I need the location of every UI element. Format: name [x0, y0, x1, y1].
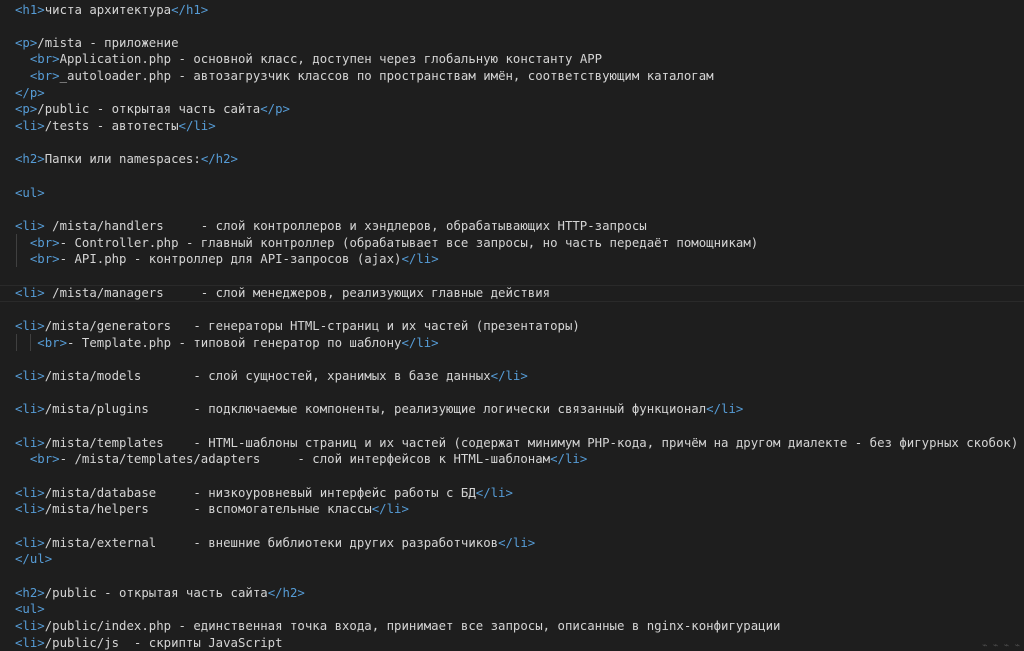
- html-tag-token: <li>: [15, 535, 45, 550]
- code-line[interactable]: <li>/mista/models - слой сущностей, хран…: [15, 368, 528, 385]
- html-tag-token: <ul>: [15, 185, 45, 200]
- text-token: /mista/generators - генераторы HTML-стра…: [44, 319, 580, 334]
- html-tag-token: </ul>: [15, 552, 53, 567]
- text-token: /mista/models - слой сущностей, хранимых…: [44, 369, 491, 384]
- text-token: /mista/database - низкоуровневый интерфе…: [44, 485, 476, 500]
- code-line[interactable]: <li>/tests - автотесты</li>: [15, 118, 216, 135]
- html-tag-token: <br>: [29, 69, 60, 84]
- html-tag-token: </li>: [371, 502, 409, 517]
- html-tag-token: </li>: [178, 119, 216, 134]
- code-line[interactable]: <br>- Controller.php - главный контролле…: [15, 235, 758, 252]
- code-editor[interactable]: <h1>чиста архитектура</h1> <p>/mista - пр…: [0, 0, 1024, 651]
- code-line[interactable]: <li>/mista/plugins - подключаемые компон…: [15, 401, 743, 418]
- html-tag-token: <br>: [29, 252, 60, 267]
- text-token: Application.php - основной класс, доступ…: [59, 52, 603, 67]
- text-token: - Controller.php - главный контроллер (о…: [59, 235, 759, 250]
- html-tag-token: </h2>: [267, 585, 305, 600]
- html-tag-token: <br>: [37, 335, 68, 350]
- html-tag-token: <li>: [15, 219, 45, 234]
- text-token: /mista/helpers - вспомогательные классы: [44, 502, 372, 517]
- code-line[interactable]: <li>/mista/templates - HTML-шаблоны стра…: [15, 435, 1018, 452]
- html-tag-token: <li>: [15, 119, 45, 134]
- text-token: /mista/managers - слой менеджеров, реали…: [44, 285, 551, 300]
- html-tag-token: </li>: [490, 369, 528, 384]
- html-tag-token: <br>: [29, 52, 60, 67]
- html-tag-token: </li>: [475, 485, 513, 500]
- text-token: Папки или namespaces:: [44, 152, 201, 167]
- code-line[interactable]: <p>/mista - приложение: [15, 35, 179, 52]
- text-token: /tests - автотесты: [44, 119, 179, 134]
- code-line[interactable]: <ul>: [15, 601, 45, 618]
- code-line[interactable]: <li>/mista/external - внешние библиотеки…: [15, 535, 535, 552]
- html-tag-token: <p>: [15, 35, 38, 50]
- code-line[interactable]: <br>- /mista/templates/adapters - слой и…: [15, 451, 587, 468]
- html-tag-token: <h2>: [15, 152, 45, 167]
- text-token: /public/index.php - единственная точка в…: [44, 618, 781, 633]
- code-line[interactable]: <br>- Template.php - типовой генератор п…: [15, 335, 439, 352]
- text-token: - Template.php - типовой генератор по ша…: [67, 335, 402, 350]
- html-tag-token: <br>: [29, 235, 60, 250]
- html-tag-token: <br>: [29, 452, 60, 467]
- html-tag-token: <li>: [15, 618, 45, 633]
- code-line[interactable]: <p>/public - открытая часть сайта</p>: [15, 101, 290, 118]
- text-token: /public - открытая часть сайта: [44, 585, 268, 600]
- code-line[interactable]: </p>: [15, 85, 45, 102]
- code-line[interactable]: <li> /mista/managers - слой менеджеров, …: [15, 285, 550, 302]
- html-tag-token: <h1>: [15, 2, 45, 17]
- code-line[interactable]: <li> /mista/handlers - слой контроллеров…: [15, 218, 647, 235]
- html-tag-token: <li>: [15, 635, 45, 650]
- html-tag-token: <li>: [15, 402, 45, 417]
- html-tag-token: <li>: [15, 285, 45, 300]
- html-tag-token: <li>: [15, 502, 45, 517]
- code-line[interactable]: <li>/public/js - скрипты JavaScript: [15, 635, 283, 651]
- html-tag-token: <li>: [15, 369, 45, 384]
- html-tag-token: </li>: [498, 535, 536, 550]
- text-token: /public/js - скрипты JavaScript: [44, 635, 283, 650]
- html-tag-token: <li>: [15, 435, 45, 450]
- html-tag-token: </p>: [260, 102, 290, 117]
- html-tag-token: </li>: [706, 402, 744, 417]
- text-token: /mista/templates - HTML-шаблоны страниц …: [44, 435, 1019, 450]
- text-token: _autoloader.php - автозагрузчик классов …: [59, 69, 714, 84]
- html-tag-token: <h2>: [15, 585, 45, 600]
- html-tag-token: </li>: [401, 335, 439, 350]
- text-token: /public - открытая часть сайта: [37, 102, 261, 117]
- text-token: - API.php - контроллер для API-запросов …: [59, 252, 402, 267]
- code-line[interactable]: <h1>чиста архитектура</h1>: [15, 2, 208, 19]
- code-line[interactable]: <li>/mista/helpers - вспомогательные кла…: [15, 501, 409, 518]
- html-tag-token: <li>: [15, 485, 45, 500]
- html-tag-token: </h1>: [171, 2, 209, 17]
- code-line[interactable]: <li>/mista/database - низкоуровневый инт…: [15, 485, 513, 502]
- code-line[interactable]: <li>/public/index.php - единственная точ…: [15, 618, 780, 635]
- text-token: /mista/handlers - слой контроллеров и хэ…: [44, 219, 647, 234]
- html-tag-token: </li>: [401, 252, 439, 267]
- code-line[interactable]: <li>/mista/generators - генераторы HTML-…: [15, 318, 580, 335]
- html-tag-token: </p>: [15, 85, 45, 100]
- text-token: /mista/plugins - подключаемые компоненты…: [44, 402, 707, 417]
- code-line[interactable]: <h2>/public - открытая часть сайта</h2>: [15, 585, 305, 602]
- code-line[interactable]: </ul>: [15, 551, 52, 568]
- html-tag-token: <p>: [15, 102, 38, 117]
- status-bar-fragment: ⌁ ⌁ ⌁ ⌁: [982, 641, 1020, 651]
- code-line[interactable]: <br>- API.php - контроллер для API-запро…: [15, 251, 439, 268]
- text-token: /mista - приложение: [37, 35, 179, 50]
- code-line[interactable]: <h2>Папки или namespaces:</h2>: [15, 151, 238, 168]
- text-token: чиста архитектура: [44, 2, 172, 17]
- html-tag-token: </h2>: [200, 152, 238, 167]
- html-tag-token: <li>: [15, 319, 45, 334]
- code-line[interactable]: <ul>: [15, 185, 45, 202]
- code-line[interactable]: <br>_autoloader.php - автозагрузчик клас…: [15, 68, 714, 85]
- html-tag-token: </li>: [550, 452, 588, 467]
- html-tag-token: <ul>: [15, 602, 45, 617]
- code-line[interactable]: <br>Application.php - основной класс, до…: [15, 51, 602, 68]
- text-token: /mista/external - внешние библиотеки дру…: [44, 535, 499, 550]
- text-token: - /mista/templates/adapters - слой интер…: [59, 452, 551, 467]
